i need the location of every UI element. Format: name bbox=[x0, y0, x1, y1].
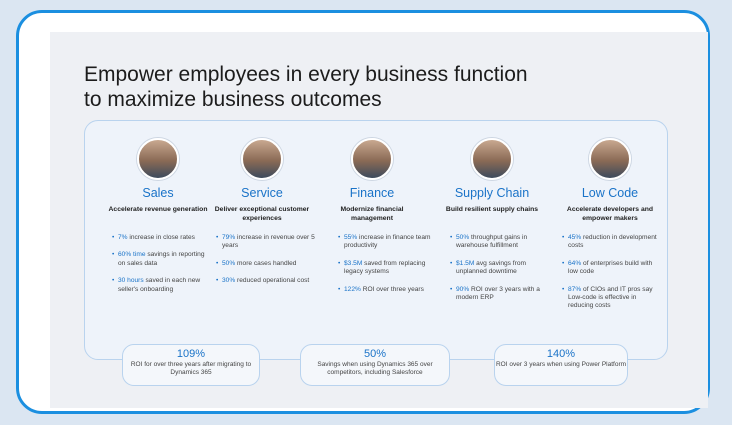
sales-bullets: 7% increase in close rates 60% time savi… bbox=[112, 234, 212, 303]
slide-title-line-2: to maximize business outcomes bbox=[84, 88, 382, 111]
list-item: 122% ROI over three years bbox=[338, 286, 438, 295]
roi-box-dynamics: 109% ROI for over three years after migr… bbox=[122, 344, 260, 386]
column-service: Service Deliver exceptional customer exp… bbox=[210, 138, 314, 223]
roi-text: ROI for over three years after migrating… bbox=[130, 361, 252, 376]
service-bullets: 79% increase in revenue over 5 years 50%… bbox=[216, 234, 316, 295]
list-item: 45% reduction in development costs bbox=[562, 234, 662, 251]
list-item: 55% increase in finance team productivit… bbox=[338, 234, 438, 251]
roi-text: Savings when using Dynamics 365 over com… bbox=[317, 361, 433, 376]
column-sales: Sales Accelerate revenue generation bbox=[106, 138, 210, 215]
slide-title-line-1: Empower employees in every business func… bbox=[84, 63, 528, 86]
column-subtitle: Build resilient supply chains bbox=[445, 206, 539, 213]
list-item: 90% ROI over 3 years with a modern ERP bbox=[450, 286, 550, 303]
avatar bbox=[471, 138, 513, 180]
list-item: 60% time savings in reporting on sales d… bbox=[112, 251, 212, 268]
list-item: $3.5M saved from replacing legacy system… bbox=[338, 260, 438, 277]
column-title: Service bbox=[241, 186, 283, 200]
roi-text: ROI over 3 years when using Power Platfo… bbox=[495, 361, 627, 368]
supply-chain-bullets: 50% throughput gains in warehouse fulfil… bbox=[450, 234, 550, 311]
column-subtitle: Accelerate revenue generation bbox=[108, 206, 208, 213]
column-finance: Finance Modernize financial management bbox=[320, 138, 424, 223]
column-supply-chain: Supply Chain Build resilient supply chai… bbox=[440, 138, 544, 215]
list-item: 7% increase in close rates bbox=[112, 234, 212, 243]
avatar bbox=[241, 138, 283, 180]
roi-box-savings: 50% Savings when using Dynamics 365 over… bbox=[300, 344, 450, 386]
roi-value: 140% bbox=[546, 348, 576, 360]
roi-value: 50% bbox=[363, 348, 387, 360]
avatar bbox=[589, 138, 631, 180]
slide-title: Empower employees in every business func… bbox=[84, 62, 604, 112]
roi-value: 109% bbox=[176, 348, 206, 360]
avatar bbox=[351, 138, 393, 180]
column-title: Low Code bbox=[581, 186, 639, 200]
column-subtitle: Deliver exceptional customer experiences bbox=[214, 206, 310, 222]
list-item: 30% reduced operational cost bbox=[216, 277, 316, 286]
avatar bbox=[137, 138, 179, 180]
column-subtitle: Accelerate developers and empower makers bbox=[566, 206, 654, 222]
list-item: 79% increase in revenue over 5 years bbox=[216, 234, 316, 251]
column-low-code: Low Code Accelerate developers and empow… bbox=[558, 138, 662, 223]
list-item: 30 hours saved in each new seller's onbo… bbox=[112, 277, 212, 294]
roi-box-power-platform: 140% ROI over 3 years when using Power P… bbox=[494, 344, 628, 386]
list-item: $1.5M avg savings from unplanned downtim… bbox=[450, 260, 550, 277]
list-item: 64% of enterprises build with low code bbox=[562, 260, 662, 277]
list-item: 50% throughput gains in warehouse fulfil… bbox=[450, 234, 550, 251]
low-code-bullets: 45% reduction in development costs 64% o… bbox=[562, 234, 662, 320]
column-title: Sales bbox=[142, 186, 174, 200]
finance-bullets: 55% increase in finance team productivit… bbox=[338, 234, 438, 303]
list-item: 50% more cases handled bbox=[216, 260, 316, 269]
column-subtitle: Modernize financial management bbox=[340, 206, 404, 222]
column-title: Supply Chain bbox=[454, 186, 530, 200]
column-title: Finance bbox=[349, 186, 395, 200]
list-item: 87% of CIOs and IT pros say Low-code is … bbox=[562, 286, 662, 311]
